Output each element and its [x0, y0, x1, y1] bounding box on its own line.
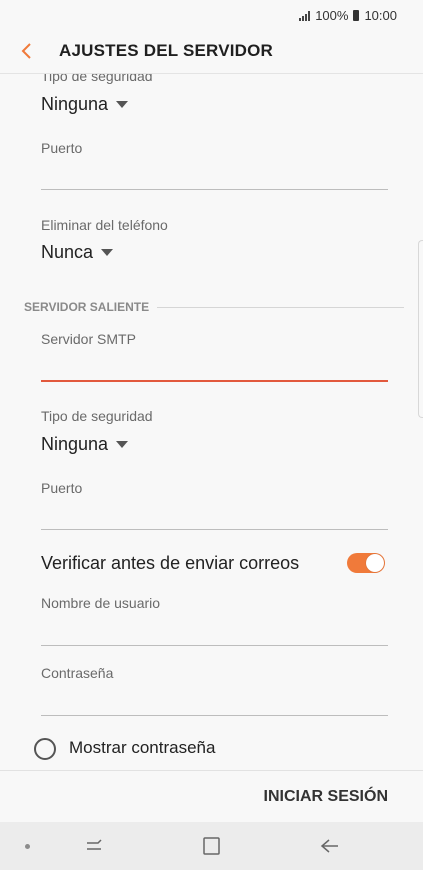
dot-icon[interactable] [25, 844, 30, 849]
toggle-knob [366, 554, 384, 572]
delete-from-phone-value: Nunca [41, 242, 94, 262]
incoming-security-dropdown[interactable]: Ninguna [41, 94, 129, 115]
clock: 10:00 [364, 8, 397, 23]
page-title: AJUSTES DEL SERVIDOR [59, 41, 274, 60]
username-label: Nombre de usuario [41, 595, 161, 611]
recent-apps-icon[interactable] [83, 834, 107, 858]
app-bar: AJUSTES DEL SERVIDOR [0, 30, 423, 74]
smtp-server-underline [41, 380, 388, 382]
outgoing-port-label: Puerto [41, 480, 83, 496]
section-divider [157, 306, 404, 308]
username-input[interactable] [41, 619, 388, 643]
outgoing-port-underline [41, 529, 388, 530]
status-bar: 100% 10:00 [0, 0, 423, 30]
login-button[interactable]: INICIAR SESIÓN [264, 788, 388, 806]
show-password-checkbox[interactable] [34, 738, 56, 760]
dropdown-arrow-icon [101, 249, 114, 256]
home-icon[interactable] [200, 834, 224, 858]
smtp-server-label: Servidor SMTP [41, 331, 136, 347]
smtp-server-input[interactable] [41, 354, 388, 378]
outgoing-security-dropdown[interactable]: Ninguna [41, 434, 129, 455]
incoming-port-label: Puerto [41, 140, 83, 156]
section-title: SERVIDOR SALIENTE [24, 300, 150, 314]
settings-form[interactable]: Tipo de seguridad Ninguna Puerto Elimina… [0, 74, 423, 770]
edge-panel-handle[interactable] [418, 240, 423, 418]
back-button[interactable] [14, 36, 44, 66]
battery-percent: 100% [315, 8, 349, 23]
back-arrow-icon[interactable] [318, 834, 342, 858]
dropdown-arrow-icon [116, 101, 129, 108]
outgoing-security-label: Tipo de seguridad [41, 408, 153, 424]
chevron-left-icon [21, 43, 31, 59]
outgoing-server-section: SERVIDOR SALIENTE [24, 300, 404, 314]
password-label: Contraseña [41, 665, 114, 681]
outgoing-port-input[interactable] [41, 503, 388, 527]
verify-before-send-label: Verificar antes de enviar correos [41, 553, 300, 573]
incoming-security-label: Tipo de seguridad [41, 74, 153, 84]
footer-bar: INICIAR SESIÓN [0, 770, 423, 823]
delete-from-phone-dropdown[interactable]: Nunca [41, 242, 114, 263]
incoming-port-input[interactable] [41, 163, 388, 187]
incoming-port-underline [41, 189, 388, 190]
password-input[interactable] [41, 689, 388, 713]
status-indicators: 100% 10:00 [299, 8, 397, 23]
dropdown-arrow-icon [116, 441, 129, 448]
outgoing-security-value: Ninguna [41, 434, 109, 454]
show-password-label: Mostrar contraseña [69, 738, 216, 757]
delete-from-phone-label: Eliminar del teléfono [41, 217, 168, 233]
username-underline [41, 645, 388, 646]
verify-before-send-toggle[interactable] [347, 553, 385, 573]
battery-icon [353, 10, 360, 21]
password-underline [41, 715, 388, 716]
navigation-bar [0, 822, 423, 870]
incoming-security-value: Ninguna [41, 94, 109, 114]
signal-bars-icon [299, 10, 311, 21]
